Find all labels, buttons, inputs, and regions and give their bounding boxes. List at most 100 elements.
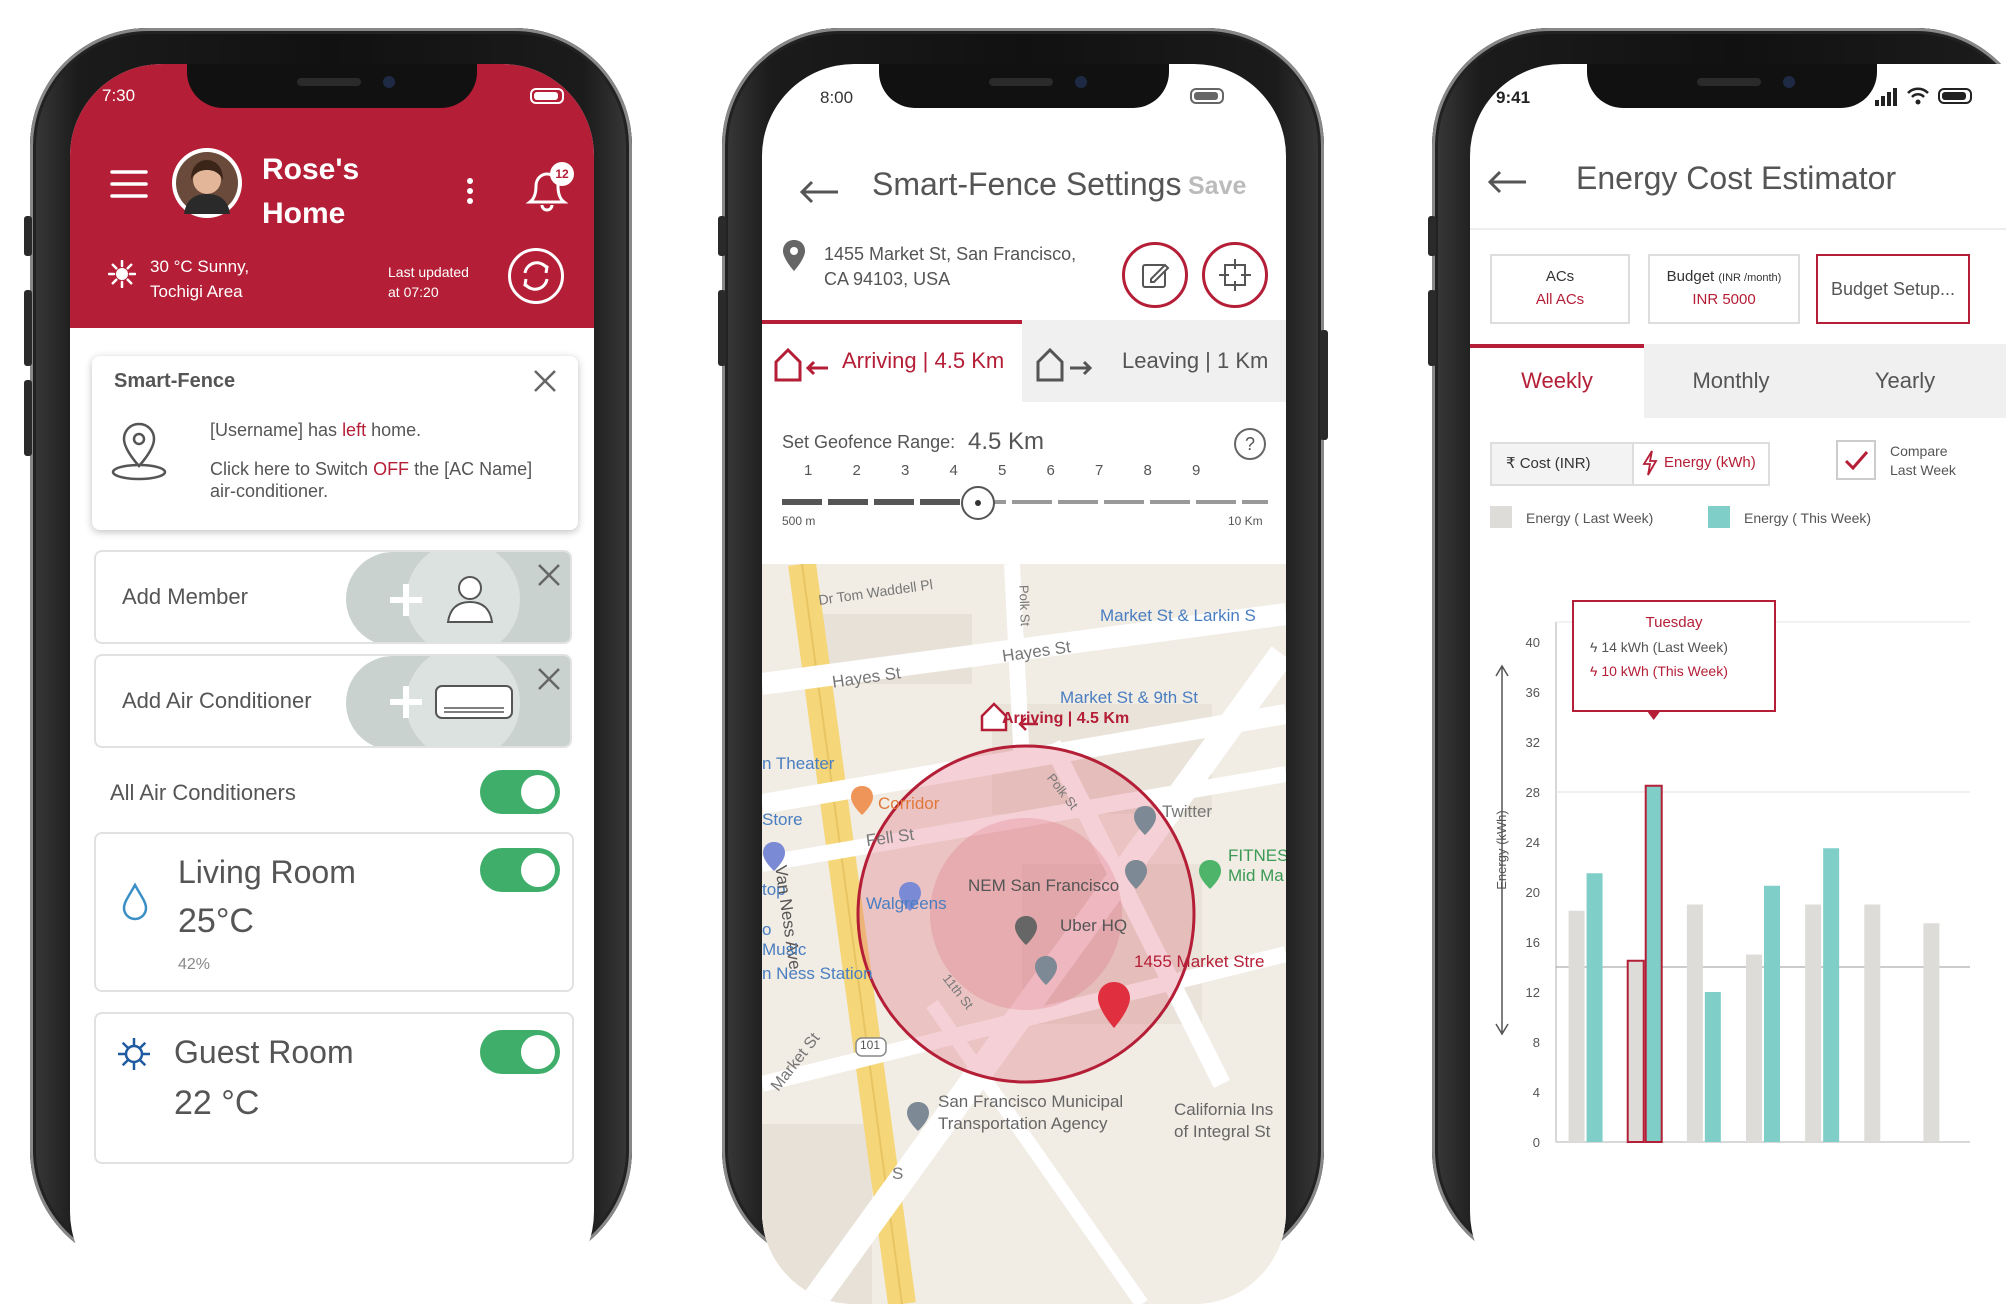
acs-selector[interactable]: ACs All ACs — [1490, 254, 1630, 324]
map-label: Twitter — [1162, 802, 1213, 821]
add-ac-card[interactable]: Add Air Conditioner — [94, 654, 572, 748]
back-arrow-icon[interactable] — [1486, 168, 1528, 196]
map-label: 1455 Market Stre — [1134, 952, 1265, 971]
slider-tick-label: 9 — [1192, 462, 1201, 479]
plus-icon — [386, 580, 426, 620]
rupee-icon: ₹ — [1506, 455, 1520, 472]
map-label: Transportation Agency — [938, 1114, 1108, 1133]
slider-tick-label: 2 — [852, 462, 861, 479]
cost-option[interactable]: ₹ Cost (INR) — [1506, 454, 1591, 472]
slider-tick-label: 8 — [1143, 462, 1152, 479]
tab-weekly[interactable]: Weekly — [1470, 344, 1644, 418]
map-view[interactable]: Arriving | 4.5 Km Dr Tom Waddell Pl Polk… — [762, 564, 1286, 1304]
close-icon[interactable] — [536, 666, 562, 692]
notch — [879, 64, 1169, 108]
phone1-screen: 7:30 Rose's Home 12 30 °C Sunny, Tochigi… — [70, 64, 594, 1304]
tab-yearly[interactable]: Yearly — [1818, 348, 1992, 414]
home-arrive-icon — [772, 346, 832, 382]
save-button[interactable]: Save — [1188, 172, 1246, 201]
compare-label: Compare Last Week — [1890, 442, 1956, 480]
tab-monthly[interactable]: Monthly — [1644, 348, 1818, 414]
menu-icon[interactable] — [110, 168, 148, 200]
living-room-toggle[interactable] — [480, 848, 560, 892]
budget-setup-button[interactable]: Budget Setup... — [1816, 254, 1970, 324]
smart-fence-message: [Username] has left home. — [210, 420, 421, 441]
bar-last-week — [1746, 954, 1762, 1142]
add-member-card[interactable]: Add Member — [94, 550, 572, 644]
smart-fence-action-link[interactable]: Click here to Switch OFF the [AC Name] a… — [210, 458, 532, 502]
lightning-icon — [1642, 450, 1658, 476]
slider-thumb[interactable] — [960, 486, 995, 520]
room-name: Living Room — [178, 854, 356, 890]
all-ac-toggle[interactable] — [480, 770, 560, 814]
budget-selector[interactable]: Budget (INR /month) INR 5000 — [1648, 254, 1800, 324]
map-label: Market St & 9th St — [1060, 688, 1198, 707]
weather-line1: 30 °C Sunny, — [150, 257, 250, 276]
bar-last-week — [1805, 904, 1822, 1142]
edit-button[interactable] — [1122, 242, 1188, 308]
phone3-screen: 9:41 Energy Cost Estimator ACs All ACs B… — [1470, 64, 2006, 1304]
status-time: 8:00 — [820, 88, 854, 107]
side-button — [1428, 290, 1436, 366]
slider-tick-label: 4 — [949, 462, 958, 479]
refresh-button[interactable] — [508, 248, 564, 304]
map-label: Uber HQ — [1060, 916, 1128, 935]
y-tick-label: 20 — [1526, 885, 1540, 900]
close-icon[interactable] — [536, 562, 562, 588]
page-title: Energy Cost Estimator — [1576, 160, 1897, 196]
more-options-icon[interactable] — [464, 176, 476, 206]
home-title: Rose's Home — [262, 148, 359, 236]
last-updated-text: Last updated at 07:20 — [388, 262, 469, 302]
guest-room-toggle[interactable] — [480, 1030, 560, 1074]
bar-last-week — [1686, 904, 1703, 1142]
map-label: Store — [762, 810, 803, 829]
y-tick-label: 8 — [1533, 1035, 1540, 1050]
bar-last-week — [1568, 910, 1585, 1142]
address-line1: 1455 Market St, San Francisco, — [824, 244, 1077, 264]
bar-last-week — [1923, 923, 1940, 1142]
budget-label: Budget — [1666, 268, 1715, 285]
back-arrow-icon[interactable] — [798, 178, 840, 206]
side-button — [718, 290, 726, 366]
slider-ticks: 1 2 3 4 5 6 7 8 9 — [782, 462, 1272, 482]
action-part: Click here to Switch — [210, 459, 374, 479]
tab-leaving[interactable]: Leaving | 1 Km — [1122, 348, 1268, 374]
room-temperature: 25°C — [178, 902, 254, 940]
compare-checkbox[interactable] — [1836, 440, 1876, 480]
close-icon[interactable] — [532, 368, 558, 394]
signal-icon — [1874, 88, 1900, 106]
bar-this-week — [1644, 784, 1663, 1143]
message-part: home. — [366, 420, 422, 440]
energy-label: Energy (kWh) — [1664, 454, 1756, 471]
side-button — [24, 290, 32, 366]
chart-tooltip: Tuesday ϟ 14 kWh (Last Week) ϟ 10 kWh (T… — [1572, 600, 1776, 712]
home-leave-icon — [1034, 346, 1098, 382]
home-title-line2: Home — [262, 197, 346, 230]
map-label: Music — [762, 940, 807, 959]
recenter-button[interactable] — [1202, 242, 1268, 308]
tooltip-last: 14 kWh (Last Week) — [1601, 639, 1728, 655]
geofence-slider[interactable]: 1 2 3 4 5 6 7 8 9 500 m 10 Km — [782, 462, 1272, 532]
y-tick-label: 0 — [1533, 1135, 1540, 1150]
lightning-icon: ϟ — [1590, 663, 1602, 679]
map-label: n Ness Station — [762, 964, 873, 983]
page-title: Smart-Fence Settings — [872, 166, 1182, 202]
compare-line1: Compare — [1890, 443, 1948, 459]
home-title-line1: Rose's — [262, 153, 360, 186]
y-tick-label: 40 — [1526, 635, 1540, 650]
tooltip-this: 10 kWh (This Week) — [1601, 663, 1728, 679]
side-button — [718, 216, 726, 256]
bar-this-week — [1704, 992, 1721, 1142]
map-label: Market St & Larkin S — [1100, 606, 1256, 625]
weather-text: 30 °C Sunny, Tochigi Area — [150, 254, 249, 304]
map-label: Walgreens — [866, 894, 947, 913]
battery-icon — [530, 88, 564, 104]
weather-line2: Tochigi Area — [150, 282, 243, 301]
side-button — [24, 380, 32, 456]
notch — [187, 64, 477, 108]
help-button[interactable]: ? — [1234, 428, 1266, 460]
y-tick-label: 24 — [1526, 835, 1540, 850]
acs-label: ACs — [1545, 268, 1575, 285]
avatar[interactable] — [172, 148, 242, 218]
room-temperature: 22 °C — [174, 1084, 260, 1122]
